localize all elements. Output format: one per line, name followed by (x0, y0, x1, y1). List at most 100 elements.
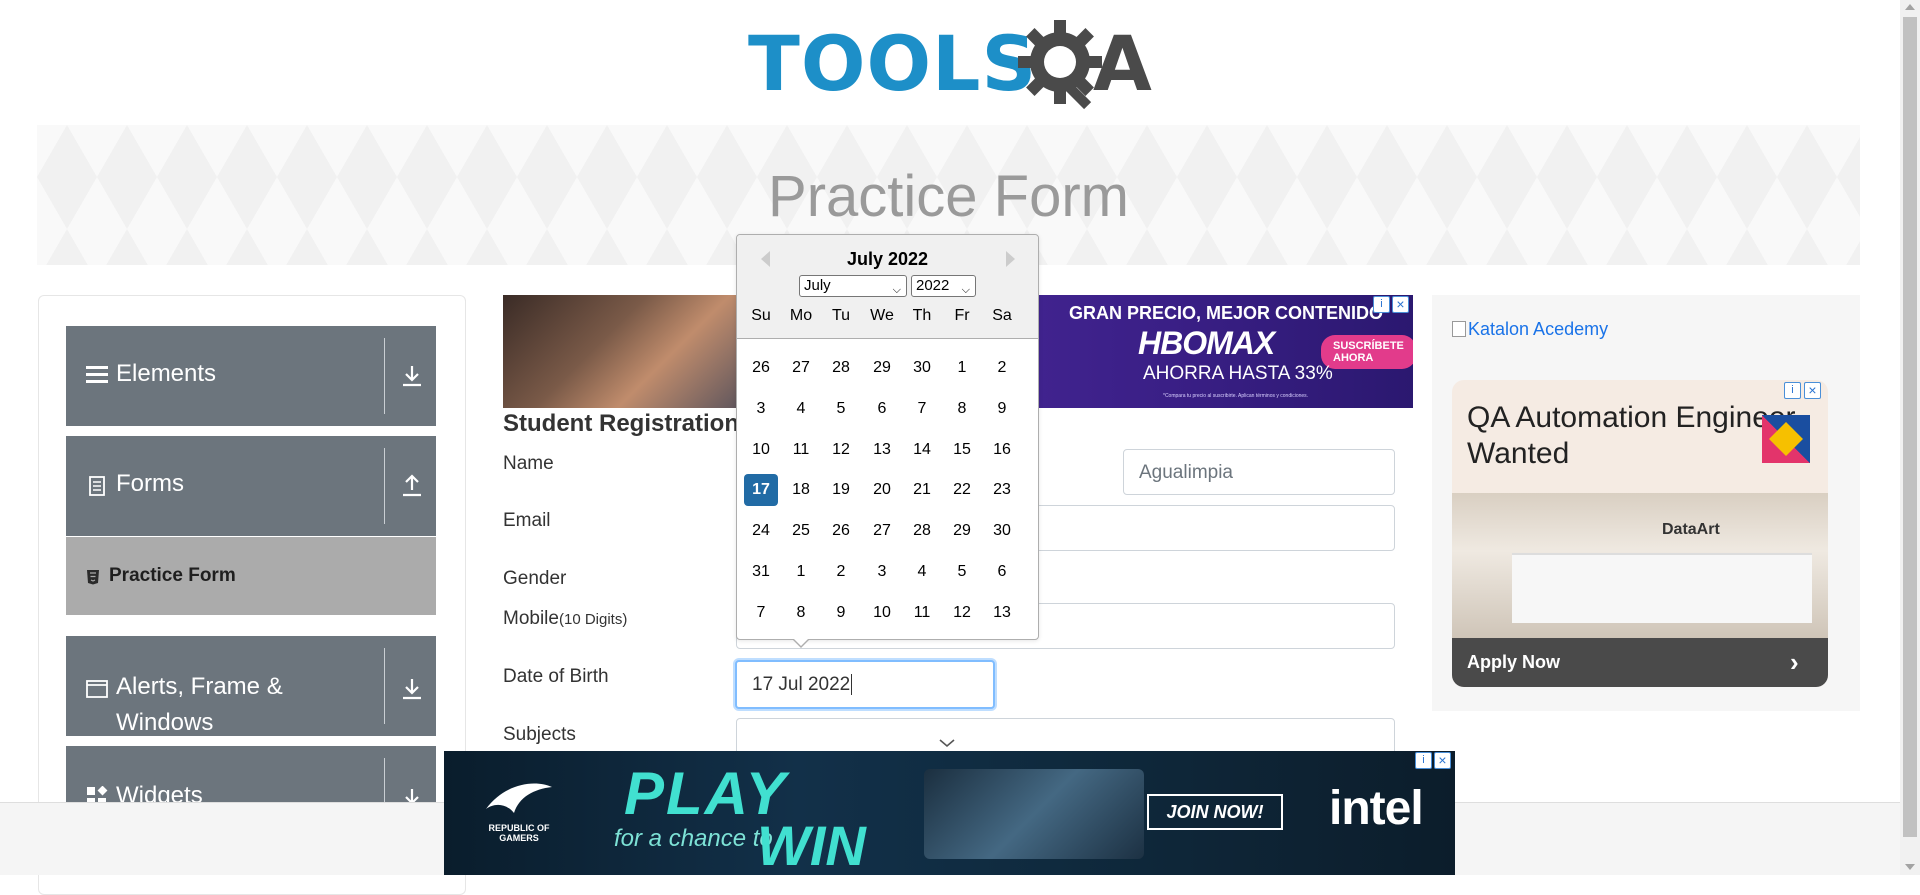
calendar-day[interactable]: 3 (744, 393, 778, 425)
katalon-ad-link[interactable]: Katalon Acedemy (1452, 319, 1608, 340)
calendar-day[interactable]: 23 (985, 474, 1019, 506)
calendar-day[interactable]: 20 (865, 474, 899, 506)
calendar-day[interactable]: 28 (905, 515, 939, 547)
calendar-day[interactable]: 13 (865, 434, 899, 466)
calendar-day[interactable]: 16 (985, 434, 1019, 466)
calendar-day[interactable]: 18 (784, 474, 818, 506)
dataart-ad-card[interactable]: i × QA Automation Engineer Wanted DataAr… (1452, 380, 1828, 687)
calendar-day[interactable]: 1 (945, 352, 979, 384)
calendar-day[interactable]: 19 (824, 474, 858, 506)
calendar-day[interactable]: 3 (865, 556, 899, 588)
calendar-day[interactable]: 4 (905, 556, 939, 588)
ad-cta: SUSCRÍBETE AHORA (1321, 335, 1413, 369)
ad-close-icon[interactable]: × (1804, 382, 1821, 399)
download-icon[interactable] (399, 363, 425, 389)
calendar-day[interactable]: 13 (985, 597, 1019, 629)
calendar-day-selected[interactable]: 17 (744, 474, 778, 507)
page-scrollbar[interactable] (1900, 0, 1920, 875)
calendar-day[interactable]: 4 (784, 393, 818, 425)
calendar-day[interactable]: 6 (985, 556, 1019, 588)
calendar-day[interactable]: 8 (784, 597, 818, 629)
scroll-down-arrow[interactable] (1905, 864, 1915, 870)
scroll-thumb[interactable] (1903, 17, 1917, 837)
calendar-day[interactable]: 9 (985, 393, 1019, 425)
calendar-day[interactable]: 24 (744, 515, 778, 547)
apply-now-button[interactable]: Apply Now › (1452, 638, 1828, 687)
right-advertisement[interactable]: Katalon Acedemy i × QA Automation Engine… (1432, 295, 1860, 711)
logo-text-a: A (1093, 19, 1152, 108)
calendar-day[interactable]: 7 (905, 393, 939, 425)
calendar-day[interactable]: 10 (744, 434, 778, 466)
katalon-alt-text: Katalon Acedemy (1468, 319, 1609, 339)
date-of-birth-input[interactable]: 17 Jul 2022 (735, 660, 995, 709)
ad-headline: GRAN PRECIO, MEJOR CONTENIDO (1068, 303, 1383, 323)
join-now-button[interactable]: JOIN NOW! (1147, 794, 1283, 830)
calendar-day[interactable]: 5 (824, 393, 858, 425)
calendar-day[interactable]: 11 (784, 434, 818, 466)
ad-product-image (924, 769, 1144, 859)
ad-close-icon[interactable]: × (1434, 752, 1451, 769)
ad-info-icon[interactable]: i (1373, 296, 1390, 313)
ad-info-icon[interactable]: i (1784, 382, 1801, 399)
mobile-label-text: Mobile (503, 608, 559, 629)
last-name-input[interactable]: Agualimpia (1123, 449, 1395, 495)
sidebar-group-alerts[interactable]: Alerts, Frame & Windows (66, 636, 436, 736)
calendar-day[interactable]: 27 (784, 352, 818, 384)
sidebar-group-forms[interactable]: Forms (66, 436, 436, 536)
rog-logo: REPUBLIC OF GAMERS (474, 779, 564, 843)
mobile-label: Mobile(10 Digits) (503, 608, 627, 630)
page-title: Practice Form (768, 164, 1129, 229)
popup-pointer-fill (793, 638, 809, 646)
logo-text: TOOLS (748, 19, 1038, 108)
calendar-day[interactable]: 10 (865, 597, 899, 629)
calendar-day[interactable]: 2 (985, 352, 1019, 384)
calendar-day[interactable]: 29 (865, 352, 899, 384)
ad-close-icon[interactable]: × (1392, 296, 1409, 313)
calendar-day[interactable]: 5 (945, 556, 979, 588)
download-icon[interactable] (399, 676, 425, 702)
calendar-day[interactable]: 12 (945, 597, 979, 629)
calendar-day[interactable]: 8 (945, 393, 979, 425)
year-select[interactable]: 2022 ⌵ (911, 275, 976, 297)
sidebar-group-label: Alerts, Frame & Windows (116, 673, 283, 736)
toolsqa-logo[interactable]: TOOLS A (748, 18, 1154, 114)
sidebar-group-elements[interactable]: Elements (66, 326, 436, 426)
calendar-day[interactable]: 15 (945, 434, 979, 466)
ad-info-icon[interactable]: i (1415, 752, 1432, 769)
calendar-day[interactable]: 26 (824, 515, 858, 547)
upload-icon[interactable] (399, 473, 425, 499)
separator (384, 338, 385, 414)
calendar-day[interactable]: 30 (985, 515, 1019, 547)
weekday-header: Mo (789, 307, 813, 324)
hamburger-icon (86, 366, 108, 383)
calendar-day[interactable]: 7 (744, 597, 778, 629)
calendar-day[interactable]: 12 (824, 434, 858, 466)
calendar-day[interactable]: 6 (865, 393, 899, 425)
sidebar-item-practice-form[interactable]: Practice Form (66, 537, 436, 615)
dataart-logo-icon (1762, 415, 1810, 463)
calendar-day[interactable]: 31 (744, 556, 778, 588)
calendar-day[interactable]: 1 (784, 556, 818, 588)
calendar-day[interactable]: 21 (905, 474, 939, 506)
rog-eye-icon (486, 783, 552, 813)
calendar-day[interactable]: 26 (744, 352, 778, 384)
weekday-header: Sa (992, 307, 1012, 324)
calendar-day[interactable]: 14 (905, 434, 939, 466)
calendar-day[interactable]: 27 (865, 515, 899, 547)
calendar-day[interactable]: 2 (824, 556, 858, 588)
scroll-up-arrow[interactable] (1905, 4, 1915, 10)
weekday-header: We (870, 307, 894, 324)
dob-value: 17 Jul 2022 (752, 674, 851, 695)
calendar-day[interactable]: 11 (905, 597, 939, 629)
bottom-advertisement[interactable]: REPUBLIC OF GAMERS PLAY for a chance to … (444, 751, 1455, 875)
month-select[interactable]: July ⌵ (799, 275, 907, 297)
calendar-day[interactable]: 30 (905, 352, 939, 384)
calendar-day[interactable]: 9 (824, 597, 858, 629)
chevron-right-icon: › (1790, 647, 1799, 677)
calendar-day[interactable]: 29 (945, 515, 979, 547)
ad-win-text: WIN (757, 814, 866, 875)
next-month-button[interactable] (1006, 251, 1015, 267)
calendar-day[interactable]: 28 (824, 352, 858, 384)
calendar-day[interactable]: 22 (945, 474, 979, 506)
calendar-day[interactable]: 25 (784, 515, 818, 547)
